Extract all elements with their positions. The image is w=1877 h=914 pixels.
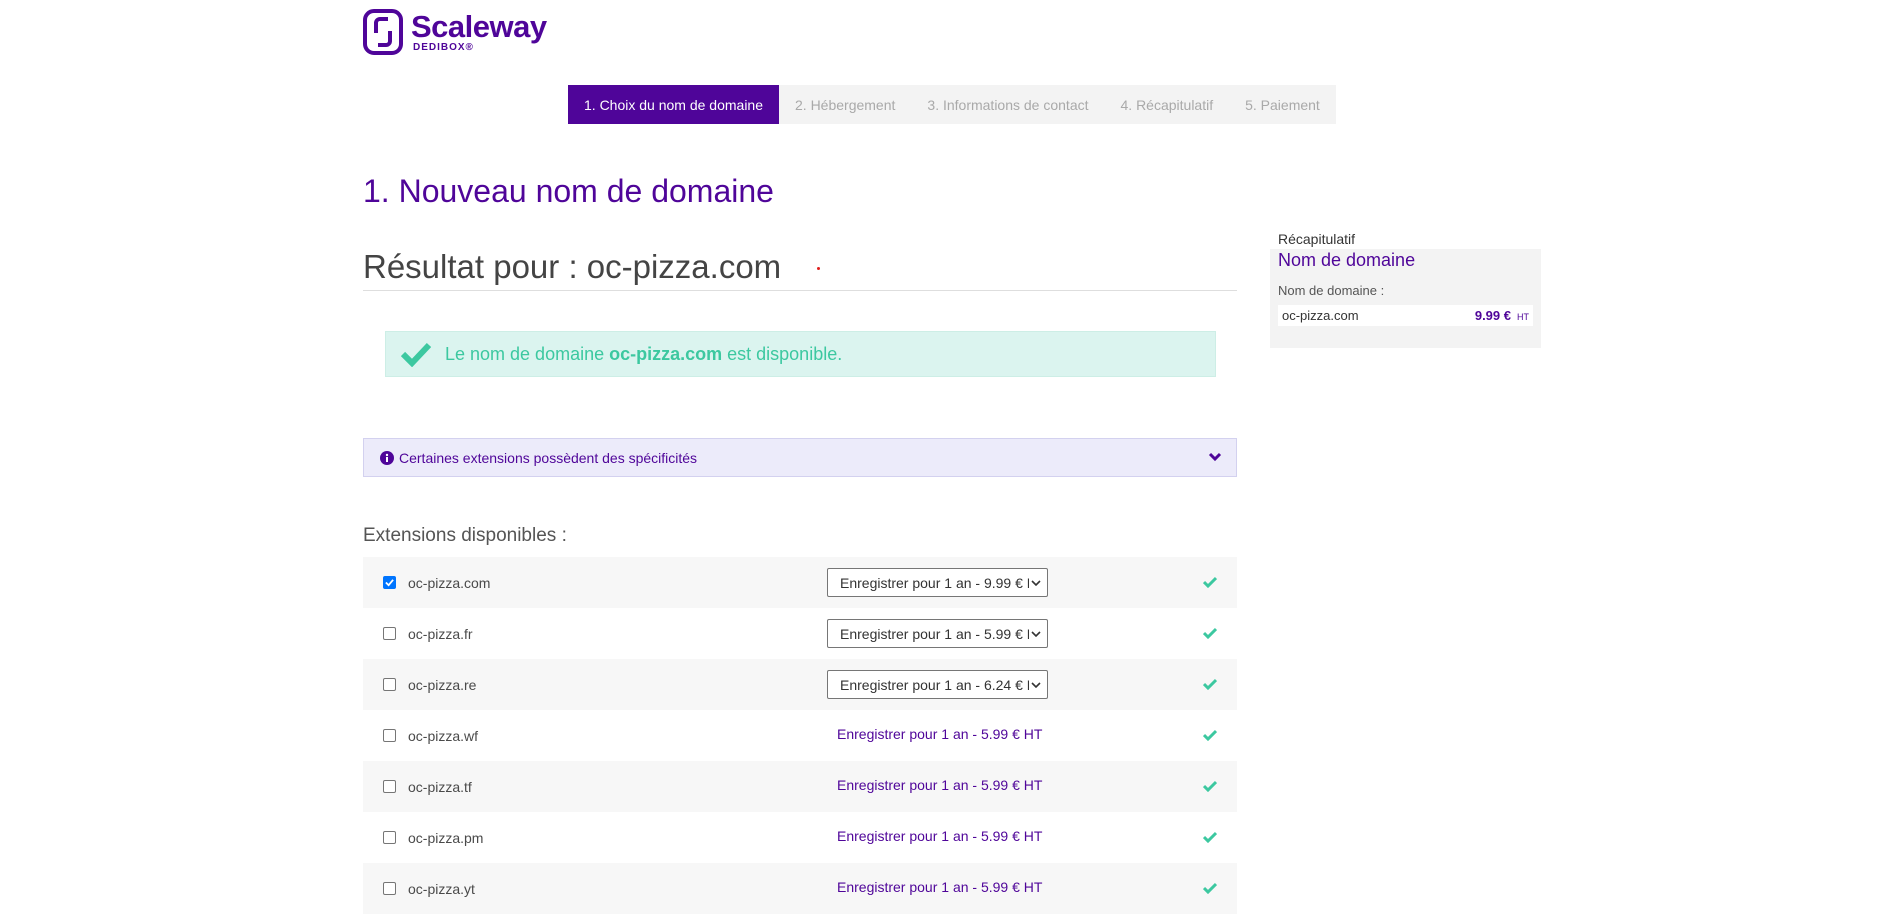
- extension-domain: oc-pizza.wf: [408, 727, 479, 744]
- summary-title: Récapitulatif: [1278, 231, 1356, 247]
- extension-price: Enregistrer pour 1 an - 5.99 € HT: [837, 828, 1043, 844]
- extension-row: oc-pizza.re Enregistrer pour 1 an - 6.24…: [363, 659, 1237, 710]
- extension-checkbox[interactable]: [383, 882, 396, 895]
- available-check-icon: [1203, 729, 1217, 741]
- step-hosting[interactable]: 2. Hébergement: [779, 85, 911, 124]
- available-check-icon: [1203, 882, 1217, 894]
- extension-domain: oc-pizza.re: [408, 676, 477, 693]
- order-summary: Récapitulatif Nom de domaine Nom de doma…: [1270, 231, 1541, 348]
- extension-checkbox[interactable]: [383, 576, 396, 589]
- extension-checkbox[interactable]: [383, 678, 396, 691]
- scaleway-dedibox-logo[interactable]: Scaleway DEDIBOX®: [363, 9, 547, 55]
- chevron-down-icon: [1031, 579, 1041, 586]
- step-payment[interactable]: 5. Paiement: [1229, 85, 1336, 124]
- checkmark-icon: [385, 579, 394, 587]
- extension-price: Enregistrer pour 1 an - 5.99 € HT: [837, 726, 1043, 742]
- duration-select-value: Enregistrer pour 1 an - 6.24 € HT: [840, 676, 1029, 693]
- available-check-icon: [1203, 831, 1217, 843]
- extension-row: oc-pizza.yt Enregistrer pour 1 an - 5.99…: [363, 863, 1237, 914]
- available-check-icon: [1203, 576, 1217, 588]
- extension-row: oc-pizza.com Enregistrer pour 1 an - 9.9…: [363, 557, 1237, 608]
- duration-select[interactable]: Enregistrer pour 1 an - 6.24 € HT: [827, 670, 1048, 699]
- page-title: 1. Nouveau nom de domaine: [363, 173, 774, 209]
- checkout-steps: 1. Choix du nom de domaine 2. Hébergemen…: [568, 85, 1336, 124]
- divider: [363, 290, 1237, 291]
- brand-sub: DEDIBOX®: [413, 42, 474, 53]
- alert-domain: oc-pizza.com: [609, 343, 723, 364]
- chevron-down-icon: [1031, 681, 1041, 688]
- summary-domain: oc-pizza.com: [1282, 308, 1359, 323]
- extensions-label: Extensions disponibles :: [363, 525, 567, 546]
- chevron-down-icon: [1208, 452, 1222, 462]
- summary-price: 9.99 €: [1474, 308, 1511, 323]
- extension-row: oc-pizza.wf Enregistrer pour 1 an - 5.99…: [363, 710, 1237, 761]
- alert-suffix: est disponible.: [722, 343, 843, 364]
- check-icon: [401, 342, 431, 367]
- step-contact-info[interactable]: 3. Informations de contact: [911, 85, 1104, 124]
- red-dot: [817, 267, 820, 270]
- extension-checkbox[interactable]: [383, 729, 396, 742]
- extension-domain: oc-pizza.yt: [408, 880, 475, 897]
- extension-price: Enregistrer pour 1 an - 5.99 € HT: [837, 777, 1043, 793]
- duration-select-value: Enregistrer pour 1 an - 9.99 € HT: [840, 574, 1029, 591]
- brand-name: Scaleway: [411, 9, 547, 44]
- extension-row: oc-pizza.pm Enregistrer pour 1 an - 5.99…: [363, 812, 1237, 863]
- available-check-icon: [1203, 678, 1217, 690]
- available-check-icon: [1203, 627, 1217, 639]
- availability-alert: Le nom de domaine oc-pizza.com est dispo…: [385, 331, 1216, 377]
- summary-tax: HT: [1517, 312, 1529, 322]
- info-icon: [380, 450, 394, 465]
- extension-checkbox[interactable]: [383, 627, 396, 640]
- extension-row: oc-pizza.tf Enregistrer pour 1 an - 5.99…: [363, 761, 1237, 812]
- summary-line-item: oc-pizza.com 9.99 € HT: [1278, 305, 1533, 326]
- extensions-specs-toggle[interactable]: Certaines extensions possèdent des spéci…: [363, 438, 1237, 477]
- extension-domain: oc-pizza.pm: [408, 829, 484, 846]
- available-check-icon: [1203, 780, 1217, 792]
- duration-select[interactable]: Enregistrer pour 1 an - 5.99 € HT: [827, 619, 1048, 648]
- extension-price: Enregistrer pour 1 an - 5.99 € HT: [837, 879, 1043, 895]
- extension-checkbox[interactable]: [383, 780, 396, 793]
- extension-domain: oc-pizza.com: [408, 574, 491, 591]
- result-title: Résultat pour : oc-pizza.com: [363, 248, 782, 285]
- alert-prefix: Le nom de domaine: [445, 343, 610, 364]
- summary-label: Nom de domaine :: [1278, 283, 1385, 298]
- summary-subtitle: Nom de domaine: [1278, 250, 1416, 270]
- extension-domain: oc-pizza.tf: [408, 778, 472, 795]
- scaleway-logo-icon: [363, 9, 403, 55]
- extension-row: oc-pizza.fr Enregistrer pour 1 an - 5.99…: [363, 608, 1237, 659]
- step-domain-choice[interactable]: 1. Choix du nom de domaine: [568, 85, 779, 124]
- step-summary[interactable]: 4. Récapitulatif: [1105, 85, 1230, 124]
- extension-domain: oc-pizza.fr: [408, 625, 473, 642]
- specs-label: Certaines extensions possèdent des spéci…: [399, 449, 698, 466]
- duration-select-value: Enregistrer pour 1 an - 5.99 € HT: [840, 625, 1029, 642]
- extension-checkbox[interactable]: [383, 831, 396, 844]
- summary-box: Nom de domaine Nom de domaine : oc-pizza…: [1270, 249, 1541, 348]
- extensions-list: oc-pizza.com Enregistrer pour 1 an - 9.9…: [363, 557, 1237, 914]
- chevron-down-icon: [1031, 630, 1041, 637]
- duration-select[interactable]: Enregistrer pour 1 an - 9.99 € HT: [827, 568, 1048, 597]
